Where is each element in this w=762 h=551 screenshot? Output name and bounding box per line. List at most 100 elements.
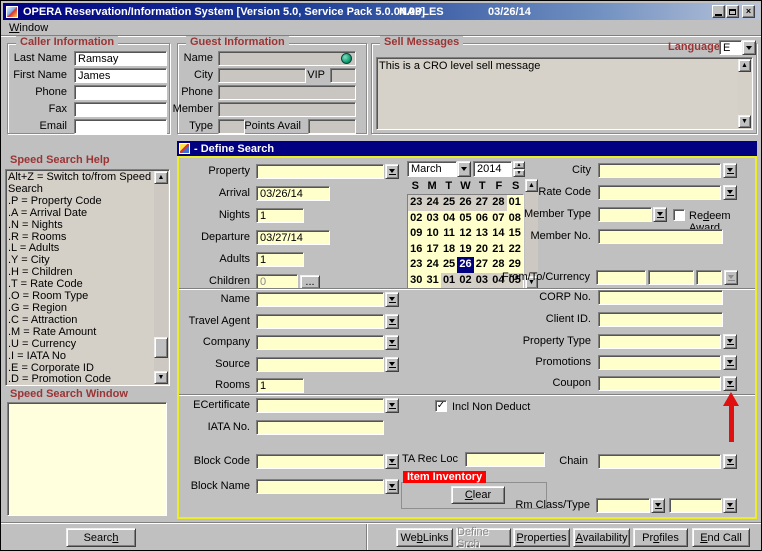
travel-agent-lov-button[interactable]: [385, 314, 399, 329]
city-field[interactable]: [598, 163, 721, 178]
calendar-day[interactable]: 03: [424, 211, 440, 227]
search-button[interactable]: Search: [66, 528, 136, 547]
language-dropdown-button[interactable]: [742, 40, 756, 55]
client-id-field[interactable]: [598, 312, 723, 327]
calendar-day[interactable]: 20: [474, 242, 490, 258]
name-field[interactable]: [256, 292, 384, 307]
end-call-button[interactable]: End Call: [692, 528, 750, 547]
block-code-field[interactable]: [256, 454, 384, 469]
member-no-field[interactable]: [598, 229, 723, 244]
calendar-day[interactable]: 10: [424, 226, 440, 242]
calendar-day[interactable]: 13: [474, 226, 490, 242]
last-name-field[interactable]: Ramsay: [74, 51, 167, 66]
calendar-day[interactable]: 04: [441, 211, 457, 227]
name-lov-button[interactable]: [385, 292, 399, 307]
calendar-day-selected[interactable]: 26: [457, 257, 473, 273]
rooms-field[interactable]: 1: [256, 378, 304, 393]
calendar-day[interactable]: 02: [408, 211, 424, 227]
calendar-day[interactable]: 24: [424, 195, 440, 211]
first-name-field[interactable]: James: [74, 68, 167, 83]
scroll-up-icon[interactable]: ▲: [154, 171, 168, 184]
ecertificate-lov-button[interactable]: [385, 398, 399, 413]
source-lov-button[interactable]: [385, 357, 399, 372]
to-field[interactable]: [648, 270, 694, 285]
calendar-day[interactable]: 03: [474, 273, 490, 289]
company-lov-button[interactable]: [385, 335, 399, 350]
globe-icon[interactable]: [341, 53, 352, 64]
calendar-day[interactable]: 24: [424, 257, 440, 273]
calendar-day[interactable]: 02: [457, 273, 473, 289]
property-type-field[interactable]: [598, 334, 721, 349]
incl-non-deduct-checkbox[interactable]: [435, 400, 447, 412]
calendar-day[interactable]: 16: [408, 242, 424, 258]
calendar-day[interactable]: 23: [408, 195, 424, 211]
calendar-day[interactable]: 30: [408, 273, 424, 289]
redeem-award-checkbox[interactable]: [673, 209, 685, 221]
calendar-month-dropdown-button[interactable]: [457, 161, 471, 177]
rm-class-lov-button[interactable]: [651, 498, 665, 513]
block-name-lov-button[interactable]: [385, 479, 399, 494]
member-type-field[interactable]: [598, 207, 652, 222]
calendar-day[interactable]: 25: [441, 257, 457, 273]
calendar-day[interactable]: 05: [457, 211, 473, 227]
speed-search-window-input[interactable]: [7, 402, 167, 516]
block-name-field[interactable]: [256, 479, 384, 494]
rate-code-lov-button[interactable]: [723, 185, 737, 200]
scroll-up-icon[interactable]: ▲: [738, 59, 751, 72]
coupon-lov-button[interactable]: [723, 376, 737, 391]
calendar-day[interactable]: 17: [424, 242, 440, 258]
calendar-month-field[interactable]: March: [407, 161, 457, 177]
member-type-lov-button[interactable]: [653, 207, 667, 222]
calendar-day[interactable]: 12: [457, 226, 473, 242]
chain-lov-button[interactable]: [723, 454, 737, 469]
language-value[interactable]: E: [719, 40, 742, 55]
nights-field[interactable]: 1: [256, 208, 304, 223]
email-field[interactable]: [74, 119, 167, 134]
adults-field[interactable]: 1: [256, 252, 304, 267]
rm-type-field[interactable]: [669, 498, 722, 513]
scroll-down-icon[interactable]: ▼: [738, 115, 751, 128]
calendar-day[interactable]: 27: [474, 257, 490, 273]
from-field[interactable]: [596, 270, 646, 285]
calendar-day[interactable]: 18: [441, 242, 457, 258]
source-field[interactable]: [256, 357, 384, 372]
maximize-button[interactable]: [726, 5, 739, 18]
menu-window[interactable]: Window: [9, 22, 48, 34]
availability-button[interactable]: Availability: [573, 528, 630, 547]
calendar-day[interactable]: 23: [408, 257, 424, 273]
calendar-day[interactable]: 09: [408, 226, 424, 242]
scrollbar-thumb[interactable]: [154, 337, 168, 358]
arrival-field[interactable]: 03/26/14: [256, 186, 330, 201]
iata-no-field[interactable]: [256, 420, 384, 435]
calendar-day[interactable]: 26: [457, 195, 473, 211]
sell-message-textarea[interactable]: This is a CRO level sell message ▲ ▼: [376, 57, 753, 130]
promotions-field[interactable]: [598, 355, 721, 370]
calendar-day[interactable]: 27: [474, 195, 490, 211]
speed-search-help-list[interactable]: Alt+Z = Switch to/from Speed Search.P = …: [5, 169, 170, 386]
promotions-lov-button[interactable]: [723, 355, 737, 370]
travel-agent-field[interactable]: [256, 314, 384, 329]
chain-field[interactable]: [598, 454, 721, 469]
profiles-button[interactable]: Profiles: [633, 528, 688, 547]
corp-no-field[interactable]: [598, 290, 723, 305]
calendar-day[interactable]: 25: [441, 195, 457, 211]
calendar-day[interactable]: 11: [441, 226, 457, 242]
property-field[interactable]: [256, 164, 384, 179]
caller-phone-field[interactable]: [74, 85, 167, 100]
property-lov-button[interactable]: [385, 164, 399, 179]
close-button[interactable]: ×: [742, 5, 755, 18]
company-field[interactable]: [256, 335, 384, 350]
minimize-button[interactable]: [712, 5, 725, 18]
web-links-button[interactable]: Web Links: [396, 528, 453, 547]
currency-field[interactable]: [696, 270, 722, 285]
calendar-day[interactable]: 01: [441, 273, 457, 289]
city-lov-button[interactable]: [723, 163, 737, 178]
calendar-day[interactable]: 19: [457, 242, 473, 258]
ecertificate-field[interactable]: [256, 398, 384, 413]
scroll-down-icon[interactable]: ▼: [154, 371, 168, 384]
rm-type-lov-button[interactable]: [723, 498, 737, 513]
calendar-day[interactable]: 31: [424, 273, 440, 289]
calendar-day[interactable]: 06: [474, 211, 490, 227]
coupon-field[interactable]: [598, 376, 721, 391]
property-type-lov-button[interactable]: [723, 334, 737, 349]
